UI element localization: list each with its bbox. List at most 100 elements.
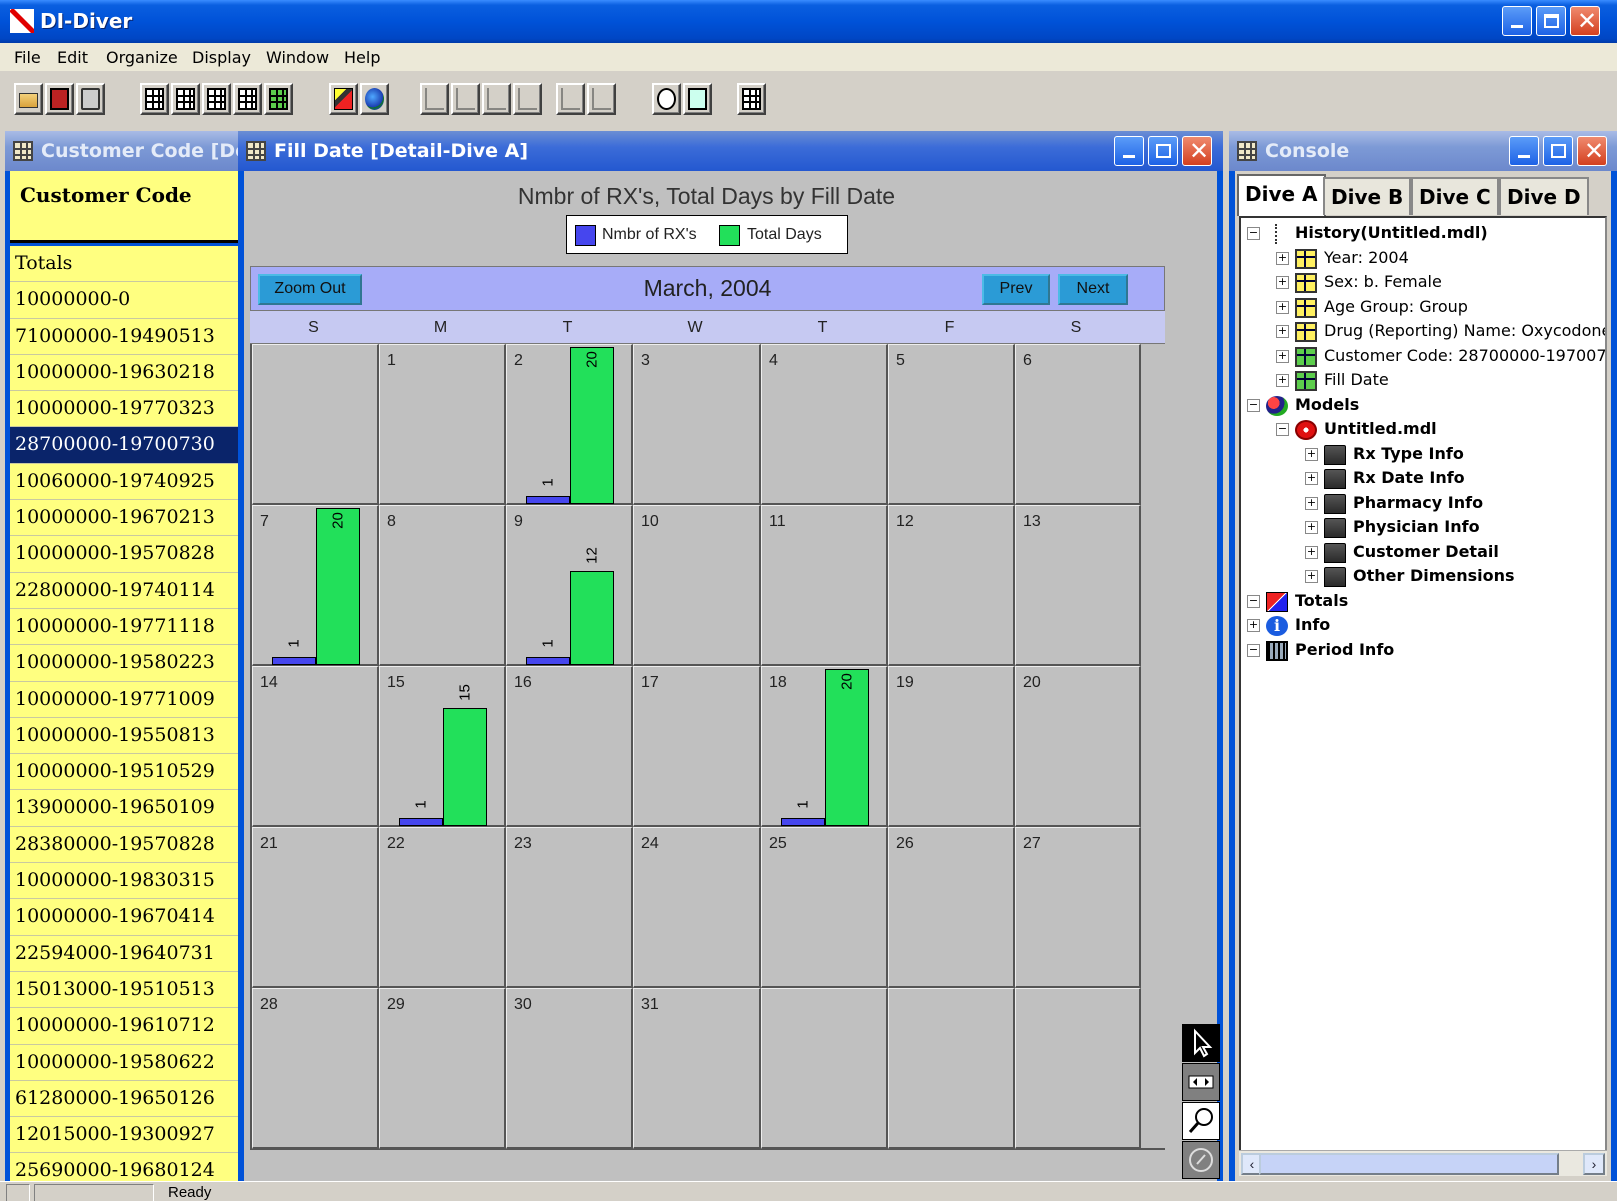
customer-code-row[interactable]: 15013000-19510513 xyxy=(10,971,238,1009)
calendar-day-cell[interactable]: 30 xyxy=(506,988,633,1149)
customer-code-row[interactable]: 22800000-19740114 xyxy=(10,572,238,609)
collapse-icon[interactable]: − xyxy=(1247,398,1260,412)
menu-help[interactable]: Help xyxy=(344,48,380,67)
customer-code-row[interactable]: 22594000-19640731 xyxy=(10,935,238,972)
customer-code-row[interactable]: 10000000-0 xyxy=(10,282,238,319)
calendar-day-cell[interactable]: 12 xyxy=(888,505,1015,666)
calendar-day-cell[interactable]: 15 1 15 xyxy=(379,666,506,827)
customer-code-row[interactable]: 10000000-19630218 xyxy=(10,354,238,392)
calendar-day-cell[interactable]: 3 xyxy=(633,344,761,505)
mountain-chart-button[interactable] xyxy=(587,83,616,115)
calendar-day-cell[interactable]: 23 xyxy=(506,827,633,988)
calendar-day-cell[interactable]: 13 xyxy=(1015,505,1141,666)
expand-icon[interactable]: + xyxy=(1305,447,1318,461)
calendar-day-cell[interactable]: 19 xyxy=(888,666,1015,827)
calendar-day-cell[interactable]: 6 xyxy=(1015,344,1141,505)
calendar-empty-cell[interactable] xyxy=(1015,988,1141,1149)
calendar-day-cell[interactable]: 14 xyxy=(252,666,379,827)
pan-tool-button[interactable] xyxy=(1182,1063,1220,1101)
customer-code-row[interactable]: 71000000-19490513 xyxy=(10,318,238,355)
customer-code-row[interactable]: 10000000-19670414 xyxy=(10,899,238,936)
customer-code-row[interactable]: 12015000-19300927 xyxy=(10,1117,238,1154)
expand-icon[interactable]: + xyxy=(1276,300,1289,314)
console-maximize-button[interactable] xyxy=(1543,136,1573,166)
customer-code-row[interactable]: 10000000-19550813 xyxy=(10,717,238,755)
tab-dive-c[interactable]: Dive C xyxy=(1411,177,1499,215)
expand-icon[interactable]: + xyxy=(1305,472,1318,485)
tab-dive-a[interactable]: Dive A xyxy=(1237,174,1326,216)
customer-code-row[interactable]: 10000000-19510529 xyxy=(10,754,238,791)
calendar-day-cell[interactable]: 31 xyxy=(633,988,761,1149)
horizontal-scrollbar[interactable]: ‹ › xyxy=(1239,1150,1607,1176)
app-minimize-button[interactable] xyxy=(1502,6,1532,36)
pointer-tool-button[interactable] xyxy=(1182,1024,1220,1062)
customer-code-row[interactable]: 13900000-19650109 xyxy=(10,790,238,827)
customer-code-row[interactable]: 10000000-19580223 xyxy=(10,645,238,682)
calendar-day-cell[interactable]: 7 1 20 xyxy=(252,505,379,666)
calendar-empty-cell[interactable] xyxy=(888,988,1015,1149)
customer-code-row[interactable]: 61280000-19650126 xyxy=(10,1080,238,1118)
collapse-icon[interactable]: − xyxy=(1276,423,1289,436)
scroll-thumb[interactable] xyxy=(1259,1153,1559,1175)
collapse-icon[interactable]: − xyxy=(1247,594,1260,608)
trend-button[interactable] xyxy=(451,83,480,115)
fill-date-minimize-button[interactable] xyxy=(1114,136,1144,166)
console-close-button[interactable]: ✕ xyxy=(1577,136,1607,166)
calculator-button[interactable] xyxy=(683,83,712,115)
fill-date-maximize-button[interactable] xyxy=(1148,136,1178,166)
calendar-day-cell[interactable]: 11 xyxy=(761,505,888,666)
expand-icon[interactable]: + xyxy=(1276,325,1289,338)
total-days-bar[interactable] xyxy=(570,571,614,665)
menu-organize[interactable]: Organize xyxy=(106,48,178,67)
table-view-5-button[interactable] xyxy=(264,83,293,115)
expand-icon[interactable]: + xyxy=(1276,349,1289,363)
rx-count-bar[interactable] xyxy=(781,818,825,826)
next-button[interactable]: Next xyxy=(1058,274,1128,305)
menu-window[interactable]: Window xyxy=(266,48,329,67)
table-view-3-button[interactable] xyxy=(202,83,231,115)
expand-icon[interactable]: + xyxy=(1305,521,1318,534)
rx-count-bar[interactable] xyxy=(399,818,443,826)
app-close-button[interactable]: ✕ xyxy=(1570,6,1600,36)
customer-code-row[interactable]: 10000000-19830315 xyxy=(10,863,238,900)
customer-code-row[interactable]: 25690000-19680124 xyxy=(10,1153,238,1181)
calendar-day-cell[interactable]: 20 xyxy=(1015,666,1141,827)
calendar-day-cell[interactable]: 17 xyxy=(633,666,761,827)
calendar-day-cell[interactable]: 4 xyxy=(761,344,888,505)
expand-icon[interactable]: + xyxy=(1276,276,1289,289)
area-chart-button[interactable] xyxy=(556,83,585,115)
rx-count-bar[interactable] xyxy=(526,496,570,504)
calendar-day-cell[interactable]: 18 1 20 xyxy=(761,666,888,827)
menu-file[interactable]: File xyxy=(14,48,41,67)
totals-row[interactable]: Totals xyxy=(10,246,238,283)
fill-date-close-button[interactable]: ✕ xyxy=(1182,136,1212,166)
table-view-button[interactable] xyxy=(140,83,169,115)
console-minimize-button[interactable] xyxy=(1509,136,1539,166)
app-restore-button[interactable] xyxy=(1536,6,1566,36)
print-button[interactable] xyxy=(76,83,105,115)
zoom-tool-button[interactable] xyxy=(1182,1102,1220,1140)
customer-code-row[interactable]: 10000000-19670213 xyxy=(10,500,238,537)
expand-icon[interactable]: + xyxy=(1276,251,1289,265)
calendar-day-cell[interactable]: 5 xyxy=(888,344,1015,505)
scatter-button[interactable] xyxy=(420,83,449,115)
menu-display[interactable]: Display xyxy=(192,48,251,67)
calendar-empty-cell[interactable] xyxy=(252,344,379,505)
calendar-day-cell[interactable]: 28 xyxy=(252,988,379,1149)
map-button[interactable] xyxy=(360,83,389,115)
calendar-day-cell[interactable]: 1 xyxy=(379,344,506,505)
customer-code-row[interactable]: 10000000-19771009 xyxy=(10,681,238,718)
expand-icon[interactable]: + xyxy=(1247,619,1260,632)
bar-chart-button[interactable] xyxy=(513,83,542,115)
customer-code-row[interactable]: 10000000-19570828 xyxy=(10,536,238,573)
calendar-day-cell[interactable]: 16 xyxy=(506,666,633,827)
customer-code-row[interactable]: 28700000-19700730 xyxy=(10,427,238,464)
customer-code-row[interactable]: 10000000-19770323 xyxy=(10,391,238,428)
calendar-day-cell[interactable]: 29 xyxy=(379,988,506,1149)
calendar-empty-cell[interactable] xyxy=(761,988,888,1149)
calendar-day-cell[interactable]: 2 1 20 xyxy=(506,344,633,505)
calendar-day-cell[interactable]: 26 xyxy=(888,827,1015,988)
total-days-bar[interactable] xyxy=(443,708,487,826)
rotate-tool-button[interactable] xyxy=(1182,1141,1220,1179)
customer-code-title-bar[interactable]: Customer Code [Det xyxy=(5,131,238,171)
